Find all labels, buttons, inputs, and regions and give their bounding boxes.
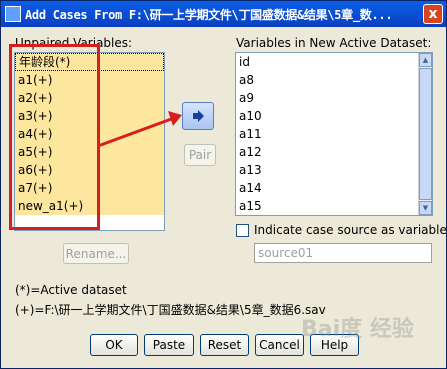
active-dataset-note: (*)=Active dataset <box>15 283 127 297</box>
scroll-down-icon[interactable]: ▼ <box>419 201 432 215</box>
unpaired-label: Unpaired Variables: <box>15 36 133 50</box>
other-dataset-note: (+)=F:\研一上学期文件\丁国盛数据&结果\5章_数据6.sav <box>15 303 326 317</box>
arrow-right-icon <box>193 110 204 122</box>
dataset-list-item[interactable]: a14 <box>236 179 432 197</box>
annotation-arrow <box>97 111 182 148</box>
rename-button[interactable]: Rename... <box>63 243 129 264</box>
reset-button[interactable]: Reset <box>200 334 249 356</box>
title-bar: Add Cases From F:\研一上学期文件\丁国盛数据&结果\5章_数.… <box>1 1 446 27</box>
add-cases-dialog: Add Cases From F:\研一上学期文件\丁国盛数据&结果\5章_数.… <box>0 0 447 369</box>
unpaired-list-item[interactable]: a1(+) <box>15 71 164 89</box>
ok-button[interactable]: OK <box>90 334 138 356</box>
source-variable-field[interactable]: source01 <box>254 243 432 263</box>
app-icon <box>5 6 21 22</box>
scroll-up-icon[interactable]: ▲ <box>419 53 432 67</box>
dataset-list-item[interactable]: a12 <box>236 143 432 161</box>
unpaired-list-item[interactable]: 年龄段(*) <box>15 53 164 71</box>
dataset-label: Variables in New Active Dataset: <box>236 36 432 50</box>
close-button[interactable]: x <box>423 4 443 24</box>
dataset-list-item[interactable]: a13 <box>236 161 432 179</box>
unpaired-list-item[interactable]: a6(+) <box>15 161 164 179</box>
case-source-label: Indicate case source as variable: <box>254 223 447 237</box>
watermark-logo: Bai度 经验 <box>301 317 414 342</box>
paste-button[interactable]: Paste <box>144 334 194 356</box>
move-right-button[interactable] <box>182 102 214 130</box>
dataset-list-item[interactable]: a9 <box>236 89 432 107</box>
dataset-list-item[interactable]: a8 <box>236 71 432 89</box>
pair-button[interactable]: Pair <box>184 144 216 166</box>
unpaired-list-item[interactable]: a7(+) <box>15 179 164 197</box>
cancel-button[interactable]: Cancel <box>255 334 304 356</box>
scroll-thumb[interactable] <box>419 68 432 200</box>
dataset-list-item[interactable]: a10 <box>236 107 432 125</box>
dataset-listbox[interactable]: id a8 a9 a10 a11 a12 a13 a14 a15 ▲ ▼ <box>235 52 433 216</box>
dataset-scrollbar[interactable]: ▲ ▼ <box>418 53 432 215</box>
unpaired-list-item[interactable]: new_a1(+) <box>15 197 164 215</box>
case-source-checkbox[interactable] <box>236 224 249 237</box>
window-title: Add Cases From F:\研一上学期文件\丁国盛数据&结果\5章_数.… <box>25 8 393 22</box>
dataset-list-item[interactable]: a11 <box>236 125 432 143</box>
dataset-list-item[interactable]: id <box>236 53 432 71</box>
dataset-list-item[interactable]: a15 <box>236 197 432 215</box>
unpaired-list-item[interactable]: a2(+) <box>15 89 164 107</box>
